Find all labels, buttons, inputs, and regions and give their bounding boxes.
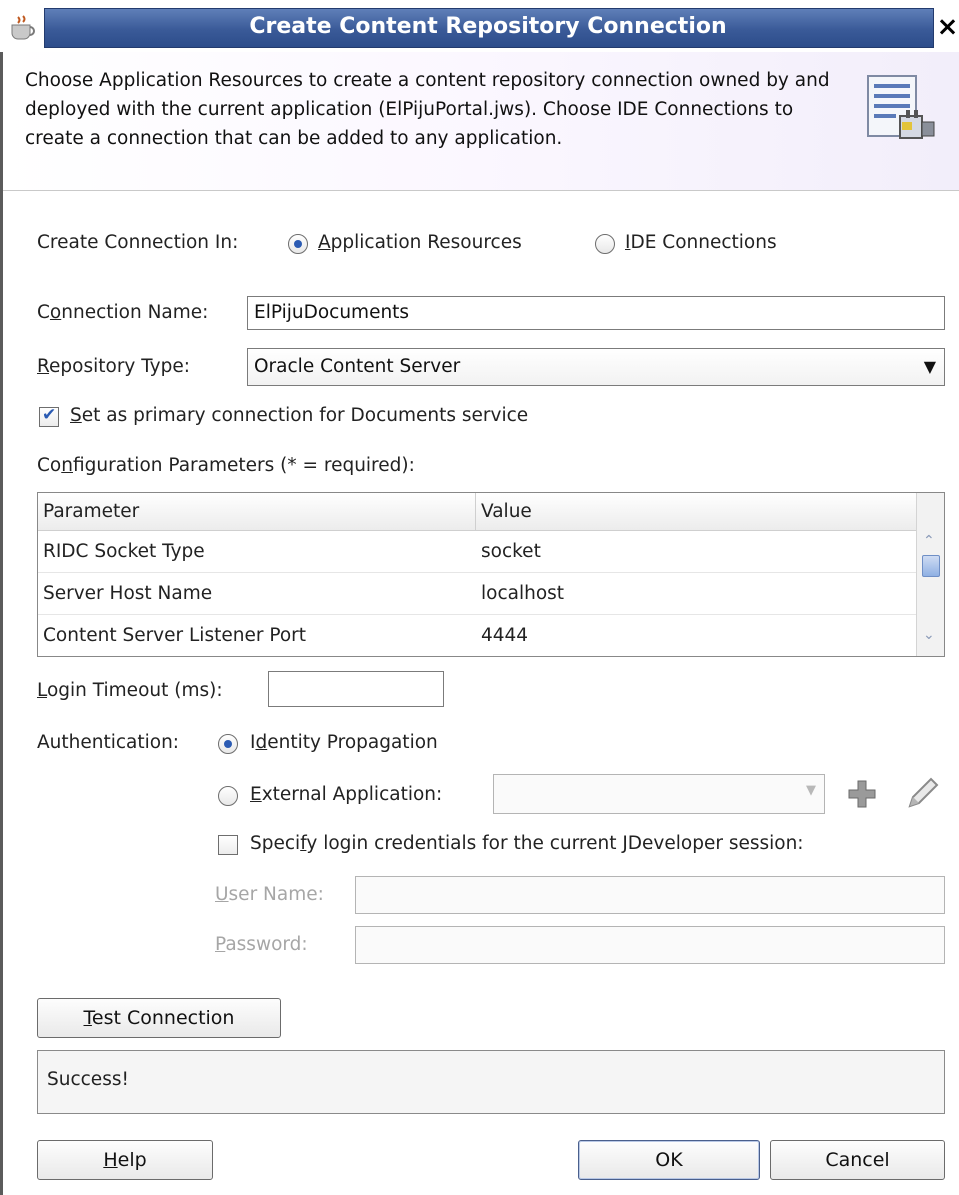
user-name-input[interactable] xyxy=(355,876,945,914)
connection-name-label: Connection Name: xyxy=(37,302,209,323)
application-resources-label: Application Resources xyxy=(318,232,522,253)
table-cell-value[interactable]: socket xyxy=(476,531,916,573)
column-header-value[interactable]: Value xyxy=(476,493,916,531)
authentication-label: Authentication: xyxy=(37,732,180,753)
close-icon[interactable]: × xyxy=(936,8,959,46)
identity-propagation-radio[interactable] xyxy=(218,734,238,754)
table-cell-parameter[interactable]: Server Host Name xyxy=(38,573,476,615)
login-timeout-input[interactable] xyxy=(268,671,444,707)
table-cell-parameter[interactable]: Content Server Listener Port xyxy=(38,615,476,656)
document-plug-icon xyxy=(867,75,935,139)
parameters-table: Parameter Value RIDC Socket Type socket … xyxy=(37,492,945,657)
connection-name-input[interactable]: ElPijuDocuments xyxy=(247,296,945,330)
external-application-label: External Application: xyxy=(250,784,443,805)
ide-connections-radio[interactable] xyxy=(595,234,615,254)
ok-button[interactable]: OK xyxy=(578,1140,760,1180)
table-scrollbar[interactable]: ⌃ ⌄ xyxy=(916,493,944,656)
ide-connections-label: IDE Connections xyxy=(625,232,777,253)
coffee-cup-icon xyxy=(11,15,35,40)
test-result-panel: Success! xyxy=(37,1050,945,1114)
help-button[interactable]: Help xyxy=(37,1140,213,1180)
dropdown-arrow-icon: ▼ xyxy=(806,783,816,798)
login-timeout-label: Login Timeout (ms): xyxy=(37,680,223,701)
dialog-title: Create Content Repository Connection xyxy=(249,14,727,39)
window-border xyxy=(0,52,3,1195)
repository-type-value: Oracle Content Server xyxy=(254,356,461,377)
dropdown-arrow-icon: ▼ xyxy=(923,357,936,376)
cancel-button[interactable]: Cancel xyxy=(770,1140,945,1180)
scroll-down-icon[interactable]: ⌄ xyxy=(923,627,935,643)
password-input[interactable] xyxy=(355,926,945,964)
primary-connection-checkbox[interactable] xyxy=(39,405,59,427)
scroll-up-icon[interactable]: ⌃ xyxy=(923,533,935,549)
primary-connection-label: Set as primary connection for Documents … xyxy=(70,405,529,426)
dialog-description: Choose Application Resources to create a… xyxy=(25,70,830,149)
pencil-icon[interactable] xyxy=(904,776,940,812)
external-application-radio[interactable] xyxy=(218,786,238,806)
specify-credentials-checkbox[interactable] xyxy=(218,835,238,855)
user-name-label: User Name: xyxy=(215,884,324,905)
create-connection-in-label: Create Connection In: xyxy=(37,232,239,253)
table-cell-value[interactable]: localhost xyxy=(476,573,916,615)
password-label: Password: xyxy=(215,934,308,955)
test-connection-button[interactable]: Test Connection xyxy=(37,998,281,1038)
specify-credentials-label: Specify login credentials for the curren… xyxy=(250,833,804,854)
repository-type-select[interactable]: Oracle Content Server ▼ xyxy=(247,348,945,386)
scrollbar-thumb[interactable] xyxy=(922,555,940,577)
identity-propagation-label: Identity Propagation xyxy=(250,732,438,753)
test-result-text: Success! xyxy=(47,1069,129,1090)
repository-type-label: Repository Type: xyxy=(37,356,190,377)
configuration-parameters-label: Configuration Parameters (* = required): xyxy=(37,455,415,476)
column-header-parameter[interactable]: Parameter xyxy=(38,493,476,531)
application-resources-radio[interactable] xyxy=(288,234,308,254)
plus-icon[interactable] xyxy=(846,778,878,810)
external-application-select[interactable]: ▼ xyxy=(493,774,825,814)
table-cell-parameter[interactable]: RIDC Socket Type xyxy=(38,531,476,573)
table-cell-value[interactable]: 4444 xyxy=(476,615,916,656)
